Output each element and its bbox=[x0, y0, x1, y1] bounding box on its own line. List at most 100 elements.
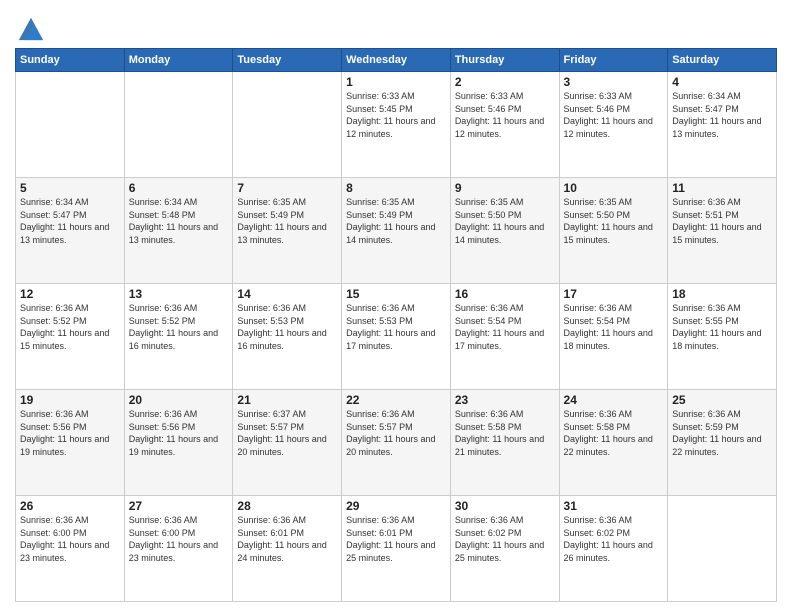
calendar-cell: 25Sunrise: 6:36 AM Sunset: 5:59 PM Dayli… bbox=[668, 390, 777, 496]
calendar-header-row: SundayMondayTuesdayWednesdayThursdayFrid… bbox=[16, 49, 777, 72]
calendar-cell: 19Sunrise: 6:36 AM Sunset: 5:56 PM Dayli… bbox=[16, 390, 125, 496]
calendar-cell: 27Sunrise: 6:36 AM Sunset: 6:00 PM Dayli… bbox=[124, 496, 233, 602]
logo bbox=[15, 14, 45, 42]
day-number: 1 bbox=[346, 75, 446, 89]
calendar-cell: 18Sunrise: 6:36 AM Sunset: 5:55 PM Dayli… bbox=[668, 284, 777, 390]
calendar-week-row: 12Sunrise: 6:36 AM Sunset: 5:52 PM Dayli… bbox=[16, 284, 777, 390]
day-of-week-header: Friday bbox=[559, 49, 668, 72]
day-number: 30 bbox=[455, 499, 555, 513]
page: SundayMondayTuesdayWednesdayThursdayFrid… bbox=[0, 0, 792, 612]
day-number: 12 bbox=[20, 287, 120, 301]
day-info: Sunrise: 6:36 AM Sunset: 5:52 PM Dayligh… bbox=[20, 302, 120, 352]
day-info: Sunrise: 6:33 AM Sunset: 5:46 PM Dayligh… bbox=[455, 90, 555, 140]
day-info: Sunrise: 6:36 AM Sunset: 5:56 PM Dayligh… bbox=[129, 408, 229, 458]
day-info: Sunrise: 6:35 AM Sunset: 5:49 PM Dayligh… bbox=[346, 196, 446, 246]
calendar-cell bbox=[124, 72, 233, 178]
day-info: Sunrise: 6:36 AM Sunset: 5:51 PM Dayligh… bbox=[672, 196, 772, 246]
day-number: 7 bbox=[237, 181, 337, 195]
day-info: Sunrise: 6:36 AM Sunset: 5:59 PM Dayligh… bbox=[672, 408, 772, 458]
day-number: 29 bbox=[346, 499, 446, 513]
calendar-cell: 13Sunrise: 6:36 AM Sunset: 5:52 PM Dayli… bbox=[124, 284, 233, 390]
day-number: 8 bbox=[346, 181, 446, 195]
day-number: 18 bbox=[672, 287, 772, 301]
day-info: Sunrise: 6:35 AM Sunset: 5:50 PM Dayligh… bbox=[564, 196, 664, 246]
day-info: Sunrise: 6:36 AM Sunset: 5:52 PM Dayligh… bbox=[129, 302, 229, 352]
day-of-week-header: Thursday bbox=[450, 49, 559, 72]
calendar-cell: 7Sunrise: 6:35 AM Sunset: 5:49 PM Daylig… bbox=[233, 178, 342, 284]
day-info: Sunrise: 6:36 AM Sunset: 5:56 PM Dayligh… bbox=[20, 408, 120, 458]
calendar-cell: 21Sunrise: 6:37 AM Sunset: 5:57 PM Dayli… bbox=[233, 390, 342, 496]
logo-icon bbox=[17, 14, 45, 42]
calendar-cell: 16Sunrise: 6:36 AM Sunset: 5:54 PM Dayli… bbox=[450, 284, 559, 390]
day-info: Sunrise: 6:34 AM Sunset: 5:47 PM Dayligh… bbox=[672, 90, 772, 140]
day-info: Sunrise: 6:36 AM Sunset: 6:01 PM Dayligh… bbox=[237, 514, 337, 564]
calendar-cell: 4Sunrise: 6:34 AM Sunset: 5:47 PM Daylig… bbox=[668, 72, 777, 178]
day-info: Sunrise: 6:36 AM Sunset: 5:54 PM Dayligh… bbox=[455, 302, 555, 352]
day-number: 9 bbox=[455, 181, 555, 195]
day-number: 5 bbox=[20, 181, 120, 195]
day-info: Sunrise: 6:33 AM Sunset: 5:45 PM Dayligh… bbox=[346, 90, 446, 140]
calendar-cell bbox=[16, 72, 125, 178]
day-info: Sunrise: 6:36 AM Sunset: 5:58 PM Dayligh… bbox=[564, 408, 664, 458]
day-info: Sunrise: 6:35 AM Sunset: 5:50 PM Dayligh… bbox=[455, 196, 555, 246]
day-info: Sunrise: 6:35 AM Sunset: 5:49 PM Dayligh… bbox=[237, 196, 337, 246]
day-number: 26 bbox=[20, 499, 120, 513]
day-number: 4 bbox=[672, 75, 772, 89]
day-number: 28 bbox=[237, 499, 337, 513]
calendar-cell: 29Sunrise: 6:36 AM Sunset: 6:01 PM Dayli… bbox=[342, 496, 451, 602]
day-number: 19 bbox=[20, 393, 120, 407]
day-number: 17 bbox=[564, 287, 664, 301]
day-info: Sunrise: 6:36 AM Sunset: 5:53 PM Dayligh… bbox=[237, 302, 337, 352]
day-number: 2 bbox=[455, 75, 555, 89]
day-number: 24 bbox=[564, 393, 664, 407]
day-number: 10 bbox=[564, 181, 664, 195]
calendar-cell: 6Sunrise: 6:34 AM Sunset: 5:48 PM Daylig… bbox=[124, 178, 233, 284]
calendar-cell: 5Sunrise: 6:34 AM Sunset: 5:47 PM Daylig… bbox=[16, 178, 125, 284]
calendar-cell: 3Sunrise: 6:33 AM Sunset: 5:46 PM Daylig… bbox=[559, 72, 668, 178]
day-info: Sunrise: 6:36 AM Sunset: 6:00 PM Dayligh… bbox=[129, 514, 229, 564]
day-info: Sunrise: 6:36 AM Sunset: 6:01 PM Dayligh… bbox=[346, 514, 446, 564]
day-number: 31 bbox=[564, 499, 664, 513]
day-info: Sunrise: 6:36 AM Sunset: 5:53 PM Dayligh… bbox=[346, 302, 446, 352]
calendar-cell: 12Sunrise: 6:36 AM Sunset: 5:52 PM Dayli… bbox=[16, 284, 125, 390]
calendar-cell: 26Sunrise: 6:36 AM Sunset: 6:00 PM Dayli… bbox=[16, 496, 125, 602]
day-number: 14 bbox=[237, 287, 337, 301]
day-of-week-header: Saturday bbox=[668, 49, 777, 72]
calendar-cell: 14Sunrise: 6:36 AM Sunset: 5:53 PM Dayli… bbox=[233, 284, 342, 390]
calendar-cell: 1Sunrise: 6:33 AM Sunset: 5:45 PM Daylig… bbox=[342, 72, 451, 178]
day-number: 25 bbox=[672, 393, 772, 407]
calendar-cell: 22Sunrise: 6:36 AM Sunset: 5:57 PM Dayli… bbox=[342, 390, 451, 496]
day-number: 16 bbox=[455, 287, 555, 301]
day-number: 21 bbox=[237, 393, 337, 407]
day-info: Sunrise: 6:36 AM Sunset: 5:55 PM Dayligh… bbox=[672, 302, 772, 352]
calendar-cell bbox=[233, 72, 342, 178]
calendar-week-row: 1Sunrise: 6:33 AM Sunset: 5:45 PM Daylig… bbox=[16, 72, 777, 178]
day-info: Sunrise: 6:37 AM Sunset: 5:57 PM Dayligh… bbox=[237, 408, 337, 458]
day-number: 20 bbox=[129, 393, 229, 407]
day-number: 22 bbox=[346, 393, 446, 407]
calendar-cell: 2Sunrise: 6:33 AM Sunset: 5:46 PM Daylig… bbox=[450, 72, 559, 178]
day-number: 3 bbox=[564, 75, 664, 89]
calendar-cell: 15Sunrise: 6:36 AM Sunset: 5:53 PM Dayli… bbox=[342, 284, 451, 390]
day-number: 15 bbox=[346, 287, 446, 301]
day-info: Sunrise: 6:36 AM Sunset: 6:00 PM Dayligh… bbox=[20, 514, 120, 564]
day-of-week-header: Tuesday bbox=[233, 49, 342, 72]
calendar-week-row: 19Sunrise: 6:36 AM Sunset: 5:56 PM Dayli… bbox=[16, 390, 777, 496]
calendar-cell: 31Sunrise: 6:36 AM Sunset: 6:02 PM Dayli… bbox=[559, 496, 668, 602]
day-info: Sunrise: 6:33 AM Sunset: 5:46 PM Dayligh… bbox=[564, 90, 664, 140]
calendar-cell: 17Sunrise: 6:36 AM Sunset: 5:54 PM Dayli… bbox=[559, 284, 668, 390]
calendar-cell: 10Sunrise: 6:35 AM Sunset: 5:50 PM Dayli… bbox=[559, 178, 668, 284]
calendar-cell: 9Sunrise: 6:35 AM Sunset: 5:50 PM Daylig… bbox=[450, 178, 559, 284]
calendar-cell: 28Sunrise: 6:36 AM Sunset: 6:01 PM Dayli… bbox=[233, 496, 342, 602]
day-number: 6 bbox=[129, 181, 229, 195]
day-info: Sunrise: 6:36 AM Sunset: 5:54 PM Dayligh… bbox=[564, 302, 664, 352]
calendar-cell: 24Sunrise: 6:36 AM Sunset: 5:58 PM Dayli… bbox=[559, 390, 668, 496]
day-number: 11 bbox=[672, 181, 772, 195]
day-info: Sunrise: 6:36 AM Sunset: 5:58 PM Dayligh… bbox=[455, 408, 555, 458]
calendar-table: SundayMondayTuesdayWednesdayThursdayFrid… bbox=[15, 48, 777, 602]
day-number: 23 bbox=[455, 393, 555, 407]
calendar-cell: 8Sunrise: 6:35 AM Sunset: 5:49 PM Daylig… bbox=[342, 178, 451, 284]
calendar-cell: 23Sunrise: 6:36 AM Sunset: 5:58 PM Dayli… bbox=[450, 390, 559, 496]
day-info: Sunrise: 6:36 AM Sunset: 6:02 PM Dayligh… bbox=[455, 514, 555, 564]
day-info: Sunrise: 6:34 AM Sunset: 5:47 PM Dayligh… bbox=[20, 196, 120, 246]
